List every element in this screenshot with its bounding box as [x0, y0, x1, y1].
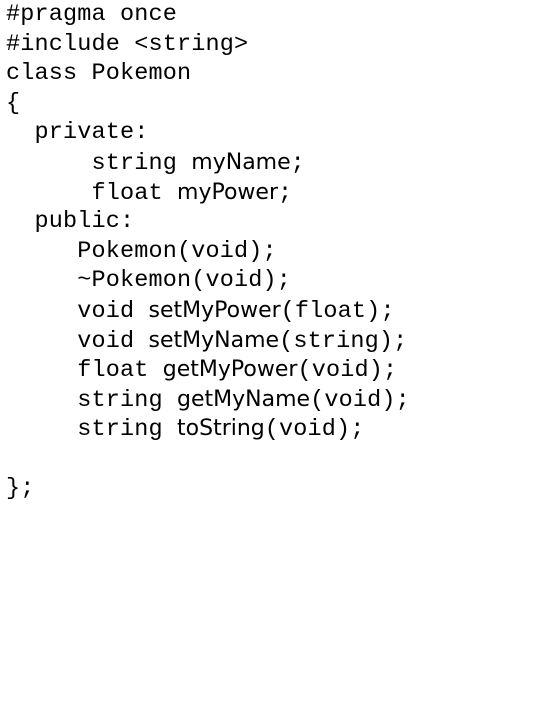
code-token: (void); — [310, 386, 410, 414]
code-token: float — [6, 179, 178, 207]
code-token: void — [6, 327, 149, 355]
code-identifier: getMyName — [177, 386, 311, 412]
code-line: #include <string> — [0, 30, 540, 60]
code-token: public: — [6, 208, 135, 236]
code-line: void setMyPower(float); — [0, 296, 540, 326]
code-identifier: setMyName — [148, 327, 280, 353]
code-token: (float); — [280, 297, 395, 325]
code-line: ~Pokemon(void); — [0, 266, 540, 296]
code-line: private: — [0, 118, 540, 148]
code-token: Pokemon(void); — [6, 237, 277, 265]
code-token: ; — [290, 149, 305, 177]
code-token: ; — [278, 179, 293, 207]
code-line: { — [0, 89, 540, 119]
code-token: { — [6, 89, 21, 117]
code-line: void setMyName(string); — [0, 326, 540, 356]
code-line: public: — [0, 207, 540, 237]
code-line: class Pokemon — [0, 59, 540, 89]
code-token: (string); — [279, 327, 408, 355]
code-token: string — [6, 386, 178, 414]
code-token: #pragma once — [6, 1, 178, 28]
code-line: string toString(void); — [0, 414, 540, 444]
code-token: (void); — [264, 416, 365, 444]
code-line: string myName; — [0, 148, 540, 178]
code-listing: #pragma once #include <string> class Pokem… — [0, 0, 540, 720]
code-token: (void); — [297, 357, 398, 385]
code-line: float myPower; — [0, 178, 540, 208]
code-line: #pragma once — [0, 0, 540, 30]
code-line: float getMyPower(void); — [0, 355, 540, 385]
code-line: Pokemon(void); — [0, 237, 540, 267]
code-token: string — [6, 416, 178, 444]
code-token: #include <string> — [6, 30, 249, 58]
code-line: string getMyName(void); — [0, 385, 540, 415]
code-token: }; — [6, 474, 35, 502]
code-token: float — [6, 357, 163, 385]
code-token: void — [6, 297, 149, 325]
code-identifier: getMyPower — [162, 357, 298, 383]
code-token: private: — [6, 119, 149, 147]
code-token: ~Pokemon(void); — [6, 267, 292, 295]
code-identifier: myPower — [177, 179, 278, 205]
code-identifier: toString — [177, 416, 265, 442]
code-identifier: setMyPower — [148, 297, 281, 323]
code-identifier: myName — [191, 149, 291, 175]
code-token: class Pokemon — [6, 60, 192, 88]
code-line: }; — [0, 474, 540, 504]
code-token: string — [6, 149, 192, 177]
